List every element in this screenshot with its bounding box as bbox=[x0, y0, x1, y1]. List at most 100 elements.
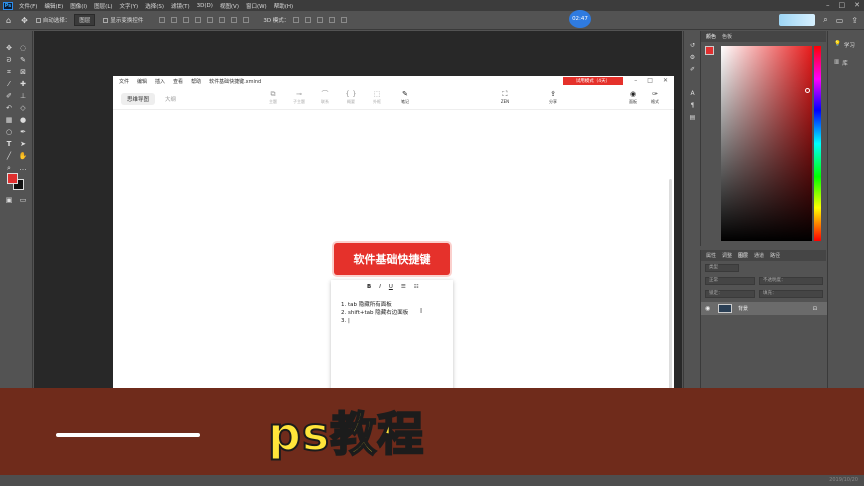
tab-properties[interactable]: 属性 bbox=[706, 252, 716, 259]
align-center-icon[interactable] bbox=[171, 17, 178, 23]
xmind-minimize-icon[interactable]: – bbox=[634, 76, 637, 86]
brush-tool-icon[interactable]: ✐ bbox=[4, 91, 14, 101]
xmind-scrollbar[interactable] bbox=[669, 179, 672, 389]
paragraph-icon[interactable]: ¶ bbox=[688, 101, 697, 110]
numbered-list-button[interactable]: ☷ bbox=[414, 284, 419, 290]
quick-mask-icon[interactable]: ▣ bbox=[4, 195, 14, 205]
relationship-button[interactable]: ⌒ 联系 bbox=[315, 89, 335, 105]
3d-pan-icon[interactable] bbox=[317, 17, 324, 23]
menu-image[interactable]: 图像(I) bbox=[70, 2, 87, 10]
note-popup[interactable]: B I U ☰ ☷ 1. tab 隐藏所有面板 2. shift+tab 隐藏右… bbox=[331, 280, 453, 392]
layer-row-background[interactable]: ◉ 背景 ⊡ bbox=[701, 302, 827, 315]
xmind-maximize-icon[interactable]: □ bbox=[647, 76, 653, 86]
color-picker-cursor[interactable] bbox=[805, 88, 810, 93]
summary-button[interactable]: { } 概要 bbox=[341, 89, 361, 105]
auto-select-dropdown[interactable]: 图层 bbox=[74, 14, 96, 26]
3d-rotate-icon[interactable] bbox=[293, 17, 300, 23]
tab-adjustments[interactable]: 调整 bbox=[722, 252, 732, 259]
properties-icon[interactable]: ⚙ bbox=[688, 53, 697, 62]
central-topic[interactable]: 软件基础快捷键 bbox=[334, 243, 450, 275]
pen-tool-icon[interactable]: ✒ bbox=[18, 127, 28, 137]
tab-layers[interactable]: 图层 bbox=[738, 252, 748, 259]
notes-button[interactable]: ✎ 笔记 bbox=[395, 89, 415, 105]
auto-select-checkbox[interactable] bbox=[35, 17, 41, 23]
crop-tool-icon[interactable]: ⌗ bbox=[4, 67, 14, 77]
xmind-close-icon[interactable]: ✕ bbox=[663, 76, 668, 86]
distribute-icon[interactable] bbox=[231, 17, 238, 23]
line-tool-icon[interactable]: ╱ bbox=[4, 151, 14, 161]
history-brush-icon[interactable]: ↶ bbox=[4, 103, 14, 113]
menu-type[interactable]: 文字(Y) bbox=[120, 2, 139, 10]
align-middle-icon[interactable] bbox=[207, 17, 214, 23]
learn-button[interactable]: 💡 学习 bbox=[834, 41, 855, 49]
tab-color[interactable]: 颜色 bbox=[706, 33, 716, 40]
menu-select[interactable]: 选择(S) bbox=[145, 2, 164, 10]
menu-help[interactable]: 帮助(H) bbox=[274, 2, 293, 10]
close-icon[interactable]: ✕ bbox=[854, 0, 860, 11]
workspace-icon[interactable]: ▭ bbox=[836, 16, 844, 25]
menu-file[interactable]: 文件(F) bbox=[19, 2, 37, 10]
bold-button[interactable]: B bbox=[367, 284, 371, 290]
tab-swatches[interactable]: 色板 bbox=[722, 33, 732, 40]
3d-scale-icon[interactable] bbox=[341, 17, 348, 23]
stamp-tool-icon[interactable]: ⊥ bbox=[18, 91, 28, 101]
subtopic-button[interactable]: ⊸ 子主题 bbox=[289, 89, 309, 105]
xmind-menu-view[interactable]: 查看 bbox=[173, 78, 183, 85]
menu-layer[interactable]: 图层(L) bbox=[94, 2, 112, 10]
healing-tool-icon[interactable]: ✚ bbox=[18, 79, 28, 89]
lasso-tool-icon[interactable]: ᘐ bbox=[4, 55, 14, 65]
menu-filter[interactable]: 滤镜(T) bbox=[171, 2, 190, 10]
type-tool-icon[interactable]: T bbox=[4, 139, 14, 149]
brush-settings-icon[interactable]: ✐ bbox=[688, 65, 697, 74]
3d-roll-icon[interactable] bbox=[305, 17, 312, 23]
underline-button[interactable]: U bbox=[389, 284, 393, 290]
tab-mindmap[interactable]: 思维导图 bbox=[121, 93, 156, 105]
xmind-menu-file[interactable]: 文件 bbox=[119, 78, 129, 85]
eyedropper-tool-icon[interactable]: ⁄ bbox=[4, 79, 14, 89]
xmind-menu-insert[interactable]: 插入 bbox=[155, 78, 165, 85]
italic-button[interactable]: I bbox=[379, 284, 381, 290]
topic-button[interactable]: ⧉ 主题 bbox=[263, 89, 283, 105]
maximize-icon[interactable]: □ bbox=[839, 0, 846, 11]
share-icon[interactable]: ⇪ bbox=[851, 16, 858, 25]
boundary-button[interactable]: ⬚ 外框 bbox=[367, 89, 387, 105]
move-tool-icon[interactable]: ✥ bbox=[4, 43, 14, 53]
eraser-tool-icon[interactable]: ◇ bbox=[18, 103, 28, 113]
gradient-tool-icon[interactable]: ▦ bbox=[4, 115, 14, 125]
panel-button[interactable]: ◉ 面板 bbox=[623, 89, 643, 105]
minimize-icon[interactable]: – bbox=[826, 0, 830, 11]
history-icon[interactable]: ↺ bbox=[688, 41, 697, 50]
screen-mode-icon[interactable]: ▭ bbox=[18, 195, 28, 205]
color-panel-fg-swatch[interactable] bbox=[705, 46, 714, 55]
marquee-tool-icon[interactable]: ◌ bbox=[18, 43, 28, 53]
share-button[interactable]: ⇪ 分享 bbox=[543, 89, 563, 105]
xmind-menu-help[interactable]: 帮助 bbox=[191, 78, 201, 85]
blur-tool-icon[interactable]: ● bbox=[18, 115, 28, 125]
hand-tool-icon[interactable]: ✋ bbox=[18, 151, 28, 161]
libraries-button[interactable]: ▥ 库 bbox=[834, 59, 848, 67]
home-icon[interactable]: ⌂ bbox=[6, 16, 11, 25]
color-field[interactable] bbox=[721, 46, 812, 241]
hue-slider[interactable] bbox=[814, 46, 821, 241]
dodge-tool-icon[interactable]: ○ bbox=[4, 127, 14, 137]
align-top-icon[interactable] bbox=[195, 17, 202, 23]
frame-tool-icon[interactable]: ⊠ bbox=[18, 67, 28, 77]
path-select-icon[interactable]: ➤ bbox=[18, 139, 28, 149]
bullet-list-button[interactable]: ☰ bbox=[401, 284, 406, 290]
foreground-color-swatch[interactable] bbox=[7, 173, 18, 184]
menu-view[interactable]: 视图(V) bbox=[220, 2, 239, 10]
trial-badge[interactable]: 试用模式（4天） bbox=[563, 77, 623, 85]
align-bottom-icon[interactable] bbox=[219, 17, 226, 23]
adjust-icon[interactable]: ▤ bbox=[688, 113, 697, 122]
tab-paths[interactable]: 路径 bbox=[770, 252, 780, 259]
zen-button[interactable]: ⛶ ZEN bbox=[495, 89, 515, 104]
format-button[interactable]: ✑ 格式 bbox=[645, 89, 665, 105]
note-content[interactable]: 1. tab 隐藏所有面板 2. shift+tab 隐藏右边面板 3. | bbox=[341, 301, 408, 325]
blend-mode-select[interactable]: 正常 bbox=[705, 277, 755, 285]
tab-outline[interactable]: 大纲 bbox=[159, 93, 182, 105]
align-right-icon[interactable] bbox=[183, 17, 190, 23]
menu-edit[interactable]: 编辑(E) bbox=[44, 2, 63, 10]
menu-window[interactable]: 窗口(W) bbox=[246, 2, 267, 10]
tab-channels[interactable]: 通道 bbox=[754, 252, 764, 259]
character-icon[interactable]: A bbox=[688, 89, 697, 98]
